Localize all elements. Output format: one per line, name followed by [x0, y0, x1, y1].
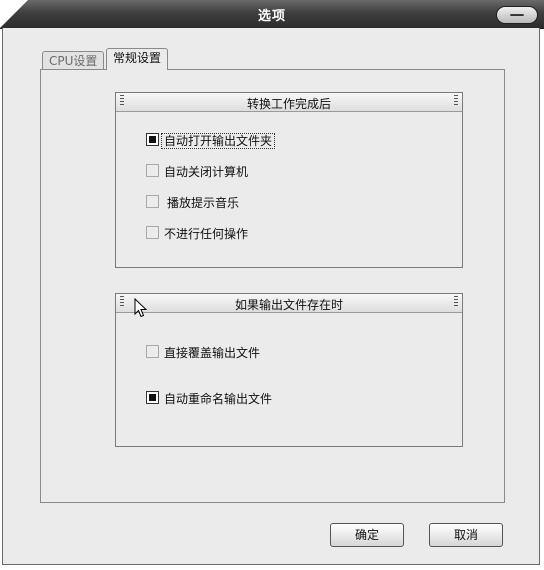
checkbox-do-nothing[interactable] [146, 226, 159, 239]
option-overwrite-output-label: 直接覆盖输出文件 [164, 346, 261, 360]
option-open-output-folder-label-wrap: 自动打开输出文件夹 [161, 132, 276, 149]
general-settings-panel: 转换工作完成后 自动打开输出文件夹 自动关闭计算机 播放提示音乐 不进行任何操作… [40, 69, 505, 503]
checkbox-play-sound[interactable] [146, 195, 159, 208]
grip-icon [454, 296, 458, 308]
option-play-sound-label: 播放提示音乐 [167, 196, 240, 210]
after-convert-group-header: 转换工作完成后 [116, 93, 462, 112]
option-auto-rename-output-label: 自动重命名输出文件 [164, 392, 273, 406]
option-open-output-folder-label: 自动打开输出文件夹 [161, 133, 276, 149]
title-bar[interactable]: 选项 — [0, 0, 544, 29]
tab-general-settings[interactable]: 常规设置 [106, 48, 169, 70]
checkbox-auto-rename-output[interactable] [146, 391, 159, 404]
tab-cpu-settings[interactable]: CPU设置 [42, 51, 105, 70]
grip-icon [454, 95, 458, 107]
dialog-title: 选项 [257, 9, 286, 24]
file-exists-group-header: 如果输出文件存在时 [116, 294, 462, 313]
close-icon: — [509, 5, 525, 23]
option-shutdown-computer-label: 自动关闭计算机 [164, 165, 249, 179]
option-do-nothing-label: 不进行任何操作 [164, 227, 249, 241]
checkbox-shutdown-computer[interactable] [146, 164, 159, 177]
close-button[interactable]: — [496, 5, 538, 24]
checkbox-overwrite-output[interactable] [146, 345, 159, 358]
checkbox-open-output-folder[interactable] [146, 133, 159, 146]
file-exists-group-title: 如果输出文件存在时 [234, 298, 343, 312]
options-dialog: 选项 — CPU设置 常规设置 转换工作完成后 自动打开输出文件夹 自动关闭计算… [0, 0, 544, 570]
mouse-pointer-icon [134, 298, 148, 318]
cancel-button[interactable]: 取消 [429, 523, 503, 547]
ok-button[interactable]: 确定 [330, 523, 404, 547]
dialog-body: CPU设置 常规设置 转换工作完成后 自动打开输出文件夹 自动关闭计算机 播放提… [2, 28, 540, 565]
after-convert-group: 转换工作完成后 自动打开输出文件夹 自动关闭计算机 播放提示音乐 不进行任何操作 [115, 92, 463, 268]
file-exists-group: 如果输出文件存在时 直接覆盖输出文件 自动重命名输出文件 [115, 293, 463, 447]
after-convert-group-title: 转换工作完成后 [246, 97, 331, 111]
